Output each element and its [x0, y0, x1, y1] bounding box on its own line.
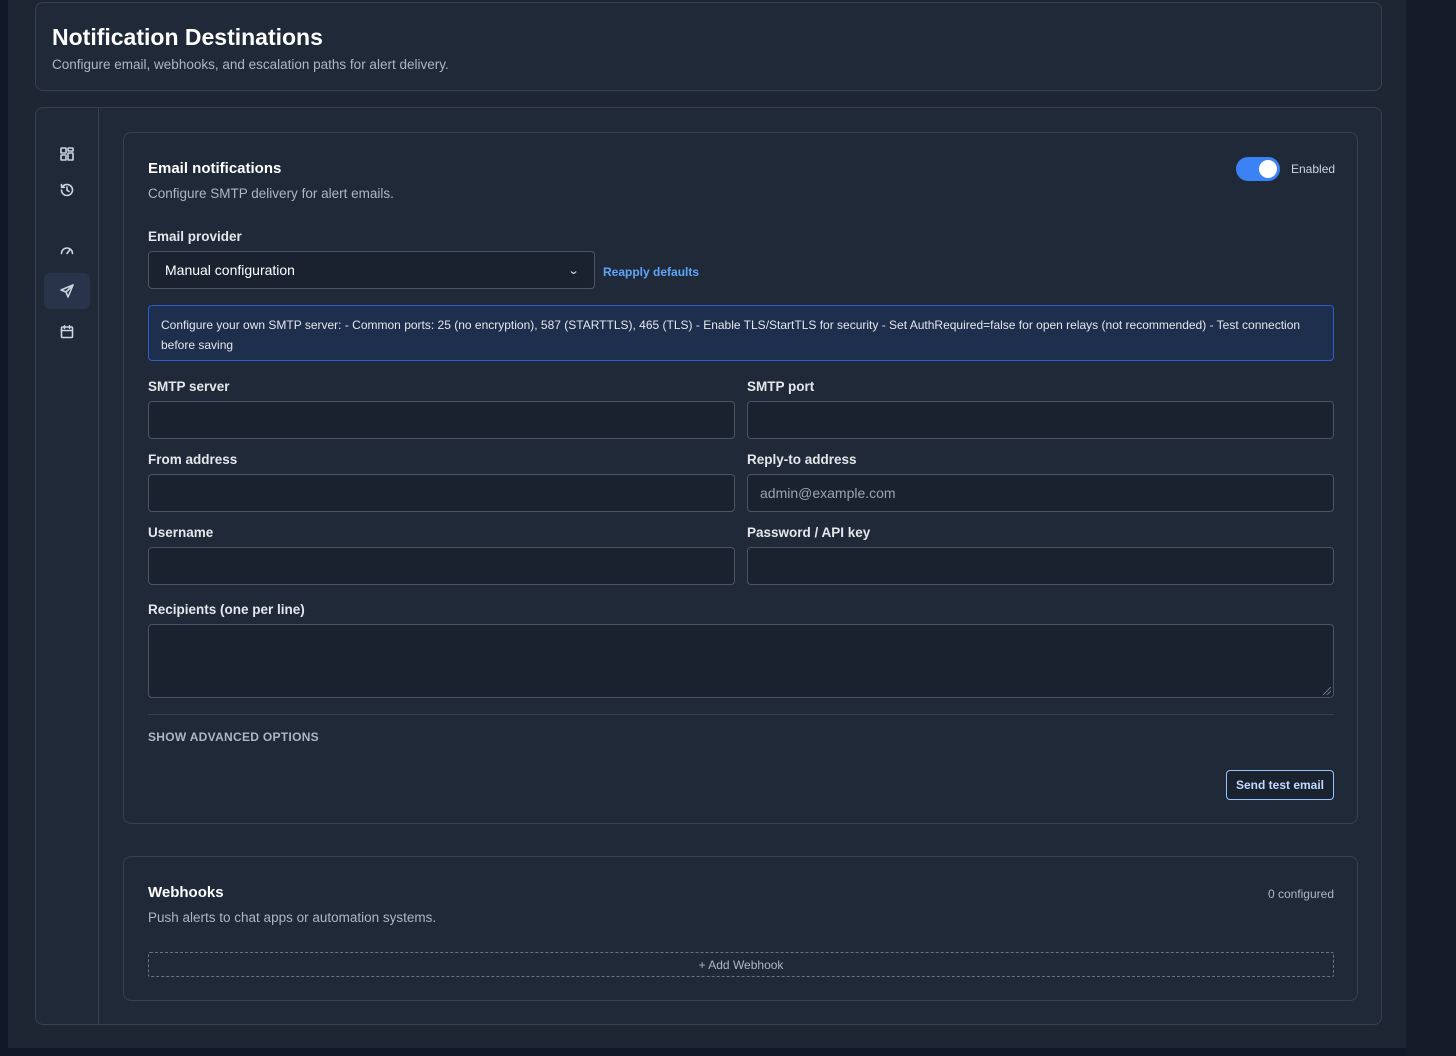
username-input[interactable] — [148, 547, 735, 585]
email-notifications-panel: Email notifications Configure SMTP deliv… — [123, 132, 1358, 824]
gauge-icon — [60, 247, 74, 255]
reply-to-input[interactable]: admin@example.com — [747, 474, 1334, 512]
smtp-port-label: SMTP port — [747, 379, 815, 394]
email-provider-label: Email provider — [148, 229, 242, 244]
email-provider-value: Manual configuration — [165, 262, 295, 278]
recipients-textarea[interactable] — [148, 624, 1334, 698]
settings-container: Email notifications Configure SMTP deliv… — [35, 107, 1382, 1025]
webhooks-section-title: Webhooks — [148, 884, 224, 901]
smtp-server-input[interactable] — [148, 401, 735, 439]
smtp-server-label: SMTP server — [148, 379, 230, 394]
right-edge-strip — [1406, 0, 1456, 1056]
grid-icon — [60, 147, 74, 161]
rail-item-performance[interactable] — [44, 232, 90, 268]
email-enabled-label: Enabled — [1291, 162, 1336, 176]
webhooks-panel: Webhooks Push alerts to chat apps or aut… — [123, 856, 1358, 1001]
recipients-label: Recipients (one per line) — [148, 602, 305, 617]
rail-item-dashboard[interactable] — [44, 136, 90, 172]
chevron-down-icon: ⌄ — [567, 264, 580, 277]
smtp-port-input[interactable] — [747, 401, 1334, 439]
password-label: Password / API key — [747, 525, 871, 540]
reapply-defaults-link[interactable]: Reapply defaults — [603, 265, 699, 279]
webhooks-count-badge: 0 configured — [1267, 887, 1334, 901]
add-webhook-button[interactable]: + Add Webhook — [148, 952, 1334, 977]
from-address-input[interactable] — [148, 474, 735, 512]
show-advanced-options-button[interactable]: SHOW ADVANCED OPTIONS — [148, 730, 319, 744]
page-header: Notification Destinations Configure emai… — [35, 2, 1382, 91]
reply-to-placeholder: admin@example.com — [760, 485, 896, 501]
sidebar-rail — [36, 108, 99, 1024]
toggle-knob — [1259, 160, 1277, 178]
rail-item-notifications[interactable] — [44, 273, 90, 309]
username-label: Username — [148, 525, 214, 540]
resize-grip-icon[interactable] — [1323, 687, 1331, 695]
email-section-description: Configure SMTP delivery for alert emails… — [148, 186, 394, 201]
send-test-email-button[interactable]: Send test email — [1226, 770, 1334, 800]
from-address-label: From address — [148, 452, 238, 467]
rail-item-schedule[interactable] — [44, 314, 90, 350]
reply-to-label: Reply-to address — [747, 452, 857, 467]
page-title: Notification Destinations — [52, 24, 323, 50]
smtp-info-box: Configure your own SMTP server: - Common… — [148, 305, 1334, 361]
email-enabled-toggle[interactable] — [1236, 157, 1280, 181]
history-icon — [60, 183, 74, 197]
rail-item-history[interactable] — [44, 172, 90, 208]
section-divider — [148, 714, 1334, 715]
calendar-icon — [60, 325, 74, 339]
page-subtitle: Configure email, webhooks, and escalatio… — [52, 57, 449, 72]
password-input[interactable] — [747, 547, 1334, 585]
email-section-title: Email notifications — [148, 160, 282, 177]
send-icon — [60, 284, 74, 298]
email-provider-select[interactable]: Manual configuration ⌄ — [148, 251, 595, 289]
webhooks-section-description: Push alerts to chat apps or automation s… — [148, 910, 437, 925]
